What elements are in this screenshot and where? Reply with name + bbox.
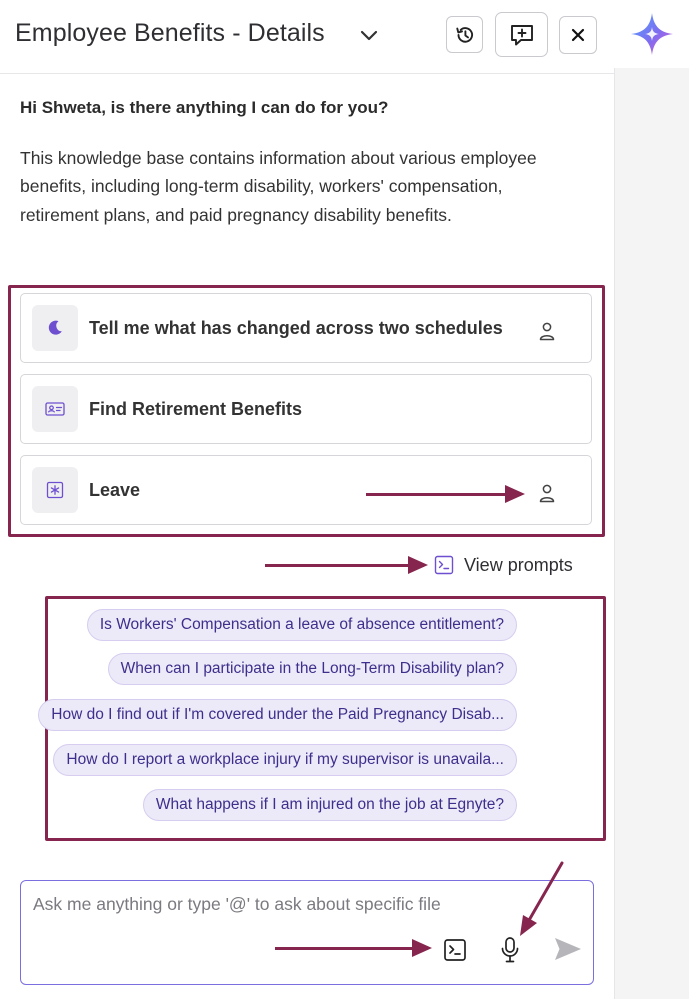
close-icon — [571, 28, 585, 42]
new-chat-button[interactable] — [495, 12, 548, 57]
history-icon — [455, 26, 473, 43]
greeting-text: Hi Shweta, is there anything I can do fo… — [20, 98, 389, 117]
close-button[interactable] — [559, 16, 597, 54]
chevron-down-icon[interactable] — [358, 25, 380, 45]
asterisk-box-icon — [32, 467, 78, 513]
suggestion-chip[interactable]: When can I participate in the Long-Term … — [107, 653, 517, 685]
prompt-card-label: Find Retirement Benefits — [89, 399, 303, 419]
page-title[interactable]: Employee Benefits - Details — [15, 19, 325, 48]
person-icon — [539, 322, 555, 341]
annotation-arrow — [275, 939, 432, 957]
history-button[interactable] — [446, 16, 483, 53]
person-icon — [539, 484, 555, 503]
side-strip — [614, 68, 689, 999]
microphone-icon[interactable] — [500, 936, 520, 964]
knowledge-base-description: This knowledge base contains information… — [20, 148, 537, 225]
prompt-terminal-icon[interactable] — [443, 938, 467, 962]
prompt-terminal-icon — [434, 555, 454, 575]
annotation-arrow — [265, 556, 428, 574]
prompt-card[interactable]: Find Retirement Benefits — [20, 374, 592, 444]
chat-input-box[interactable] — [20, 880, 594, 985]
suggestion-chip[interactable]: What happens if I am injured on the job … — [142, 789, 517, 821]
suggestion-chip[interactable]: Is Workers' Compensation a leave of abse… — [86, 609, 517, 641]
prompt-card-label: Tell me what has changed across two sche… — [89, 318, 503, 338]
prompt-card[interactable]: Tell me what has changed across two sche… — [20, 293, 592, 363]
suggestion-chip[interactable]: How do I report a workplace injury if my… — [53, 744, 517, 776]
moon-icon — [32, 305, 78, 351]
sparkle-logo-icon[interactable] — [630, 12, 674, 56]
annotation-arrow — [366, 485, 525, 503]
view-prompts-label: View prompts — [464, 554, 573, 575]
prompt-card-label: Leave — [89, 480, 141, 500]
suggestion-chip[interactable]: How do I find out if I'm covered under t… — [38, 699, 517, 731]
chat-input[interactable] — [33, 894, 573, 915]
annotation-arrow — [520, 861, 564, 936]
id-card-icon — [32, 386, 78, 432]
panel-header: Employee Benefits - Details — [0, 0, 614, 74]
new-chat-icon — [510, 24, 533, 45]
assistant-panel: Employee Benefits - Details Hi Shweta, i… — [0, 0, 614, 999]
view-prompts-link[interactable]: View prompts — [434, 553, 573, 577]
